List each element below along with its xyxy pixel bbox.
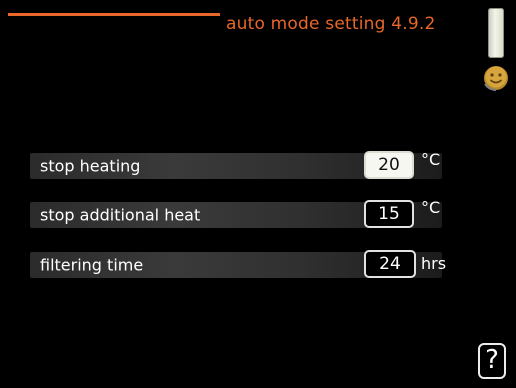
setting-label: stop additional heat [40,205,201,225]
help-button[interactable]: ? [478,343,506,379]
header-accent-line [8,13,220,16]
page-title: auto mode setting 4.9.2 [226,14,436,34]
filtering-time-value-field[interactable]: 24 [364,250,416,278]
unit-label: hrs [421,254,447,273]
scroll-indicator[interactable] [488,8,504,58]
setting-label: filtering time [40,255,144,275]
unit-label: °C [421,198,441,217]
unit-label: °C [421,150,441,169]
stop-heating-value-field[interactable]: 20 [364,151,414,179]
stop-additional-heat-value-field[interactable]: 15 [364,200,414,228]
smiley-face-icon [484,66,508,91]
setting-label: stop heating [40,156,141,176]
